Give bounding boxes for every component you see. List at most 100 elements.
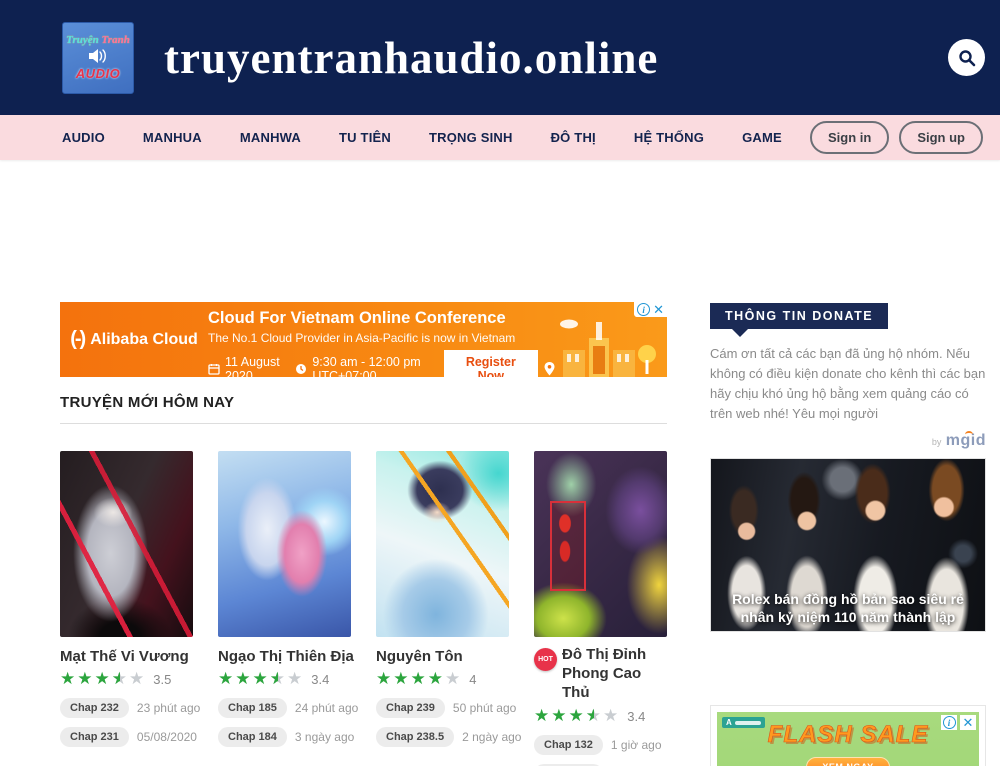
- site-title: truyentranhaudio.online: [164, 32, 658, 84]
- rating-row: ★★★★★★ 3.5: [60, 670, 193, 689]
- comic-cover[interactable]: [218, 451, 351, 637]
- banner-main: Cloud For Vietnam Online Conference The …: [208, 302, 555, 377]
- chapter-row: Chap 231 05/08/2020: [60, 727, 193, 747]
- nav-item-he-thong[interactable]: HỆ THỐNG: [634, 130, 704, 145]
- chapter-time: 3 ngày ago: [295, 730, 354, 744]
- search-button[interactable]: [948, 39, 985, 76]
- page: Truyện Tranh AUDIO truyentranhaudio.onli…: [0, 0, 1000, 766]
- xem-ngay-button[interactable]: XEM NGAY: [806, 757, 889, 766]
- site-header: Truyện Tranh AUDIO truyentranhaudio.onli…: [0, 0, 1000, 115]
- chapter-row: Chap 132 1 giờ ago: [534, 735, 667, 755]
- donate-text: Cám ơn tất cả các bạn đã ủng hộ nhóm. Nế…: [710, 344, 986, 425]
- speaker-icon: [88, 48, 108, 64]
- banner-subtitle: The No.1 Cloud Provider in Asia-Pacific …: [208, 331, 555, 345]
- comic-cover[interactable]: [534, 451, 667, 637]
- flash-ad-controls: i ✕: [941, 715, 976, 730]
- chapter-button[interactable]: Chap 185: [218, 698, 287, 718]
- comic-cover[interactable]: [376, 451, 509, 637]
- logo-text-audio: AUDIO: [76, 66, 120, 81]
- chapter-time: 1 giờ ago: [611, 738, 662, 752]
- chapter-button[interactable]: Chap 132: [534, 735, 603, 755]
- search-icon: [958, 49, 976, 67]
- rating-value: 4: [469, 672, 476, 687]
- nav-item-trong-sinh[interactable]: TRỌNG SINH: [429, 130, 513, 145]
- section-title: TRUYỆN MỚI HÔM NAY: [60, 394, 667, 411]
- banner-date: 11 August 2020: [225, 355, 281, 377]
- clock-icon: [295, 363, 307, 375]
- rating-row: ★★★★★★ 3.4: [218, 670, 351, 689]
- chapter-time: 50 phút ago: [453, 701, 516, 715]
- ad-close-icon[interactable]: ✕: [963, 716, 974, 729]
- donate-heading: THÔNG TIN DONATE: [710, 303, 888, 329]
- chapter-row: Chap 238.5 2 ngày ago: [376, 727, 509, 747]
- comic-title[interactable]: Ngạo Thị Thiên Địa: [218, 648, 351, 665]
- banner-ad[interactable]: i ✕ (-) Alibaba Cloud Cloud For Vietnam …: [60, 302, 667, 377]
- chapter-button[interactable]: Chap 238.5: [376, 727, 454, 747]
- chapter-button[interactable]: Chap 232: [60, 698, 129, 718]
- adchoices-controls: i ✕: [634, 302, 667, 317]
- star-rating: ★★★★★: [376, 670, 462, 689]
- comic-card: HOT Đô Thị Đỉnh Phong Cao Thủ ★★★★★★ 3.4…: [534, 451, 667, 766]
- ad-close-icon[interactable]: ✕: [653, 303, 664, 316]
- star-rating: ★★★★★★: [218, 670, 304, 689]
- ad-info-icon[interactable]: i: [637, 303, 650, 316]
- main-content: i ✕ (-) Alibaba Cloud Cloud For Vietnam …: [60, 302, 667, 766]
- chapter-button[interactable]: Chap 239: [376, 698, 445, 718]
- comic-cover[interactable]: [60, 451, 193, 637]
- nav-item-tu-tien[interactable]: TU TIÊN: [339, 130, 391, 145]
- main-nav: AUDIO MANHUA MANHWA TU TIÊN TRỌNG SINH Đ…: [0, 115, 1000, 160]
- nav-item-game[interactable]: GAME: [742, 130, 782, 145]
- chapter-row: Chap 232 23 phút ago: [60, 698, 193, 718]
- nav-items: AUDIO MANHUA MANHWA TU TIÊN TRỌNG SINH Đ…: [62, 130, 782, 145]
- logo-text-top: Truyện Tranh: [66, 34, 130, 46]
- nav-item-do-thi[interactable]: ĐÔ THỊ: [551, 130, 596, 145]
- flash-sale-ad[interactable]: A i ✕ FLASH SALE XEM NGAY: [710, 705, 986, 766]
- comic-grid: Mạt Thế Vi Vương ★★★★★★ 3.5 Chap 232 23 …: [60, 451, 667, 766]
- native-ad[interactable]: Rolex bán đồng hồ bản sao siêu rẻ nhân k…: [710, 458, 986, 632]
- sign-in-button[interactable]: Sign in: [810, 121, 889, 154]
- auth-buttons: Sign in Sign up: [810, 121, 983, 154]
- banner-meta-row: 11 August 2020 9:30 am - 12:00 pm UTC+07…: [208, 350, 555, 377]
- star-rating: ★★★★★★: [60, 670, 146, 689]
- sidebar: THÔNG TIN DONATE Cám ơn tất cả các bạn đ…: [710, 303, 986, 766]
- chapter-row: Chap 239 50 phút ago: [376, 698, 509, 718]
- comic-title[interactable]: Mạt Thế Vi Vương: [60, 648, 193, 665]
- site-logo[interactable]: Truyện Tranh AUDIO: [62, 22, 134, 94]
- ad-info-icon[interactable]: i: [943, 716, 956, 729]
- ad-network-badge: A: [722, 717, 765, 728]
- register-now-button[interactable]: Register Now: [444, 350, 538, 377]
- rating-value: 3.4: [311, 672, 329, 687]
- mgid-logo: mgid: [946, 432, 986, 449]
- chapter-time: 2 ngày ago: [462, 730, 521, 744]
- rating-row: ★★★★★ 4: [376, 670, 509, 689]
- star-rating: ★★★★★★: [534, 707, 620, 726]
- chapter-time: 24 phút ago: [295, 701, 358, 715]
- banner-brand: (-) Alibaba Cloud: [60, 302, 208, 377]
- comic-title[interactable]: Đô Thị Đỉnh Phong Cao Thủ: [562, 646, 667, 702]
- calendar-icon: [208, 363, 220, 375]
- alibaba-cloud-icon: (-): [70, 328, 84, 351]
- nav-item-manhua[interactable]: MANHUA: [143, 130, 202, 145]
- location-pin-icon: [544, 362, 555, 376]
- nav-item-manhwa[interactable]: MANHWA: [240, 130, 301, 145]
- rating-row: ★★★★★★ 3.4: [534, 707, 667, 726]
- mgid-attribution[interactable]: by mgid: [710, 432, 986, 450]
- nav-item-audio[interactable]: AUDIO: [62, 130, 105, 145]
- chapter-row: Chap 184 3 ngày ago: [218, 727, 351, 747]
- mgid-by-label: by: [932, 437, 942, 447]
- comic-card: Mạt Thế Vi Vương ★★★★★★ 3.5 Chap 232 23 …: [60, 451, 193, 766]
- chapter-time: 05/08/2020: [137, 730, 197, 744]
- rating-value: 3.5: [153, 672, 171, 687]
- native-ad-caption: Rolex bán đồng hồ bản sao siêu rẻ nhân k…: [716, 590, 979, 626]
- chapter-button[interactable]: Chap 184: [218, 727, 287, 747]
- sign-up-button[interactable]: Sign up: [899, 121, 983, 154]
- chapter-time: 23 phút ago: [137, 701, 200, 715]
- comic-title[interactable]: Nguyên Tôn: [376, 648, 509, 665]
- section-divider: [60, 423, 667, 424]
- comic-title-row: HOT Đô Thị Đỉnh Phong Cao Thủ: [534, 646, 667, 702]
- banner-brand-name: Alibaba Cloud: [90, 331, 198, 349]
- chapter-row: Chap 185 24 phút ago: [218, 698, 351, 718]
- chapter-button[interactable]: Chap 231: [60, 727, 129, 747]
- rating-value: 3.4: [627, 709, 645, 724]
- banner-time: 9:30 am - 12:00 pm UTC+07:00: [312, 355, 427, 377]
